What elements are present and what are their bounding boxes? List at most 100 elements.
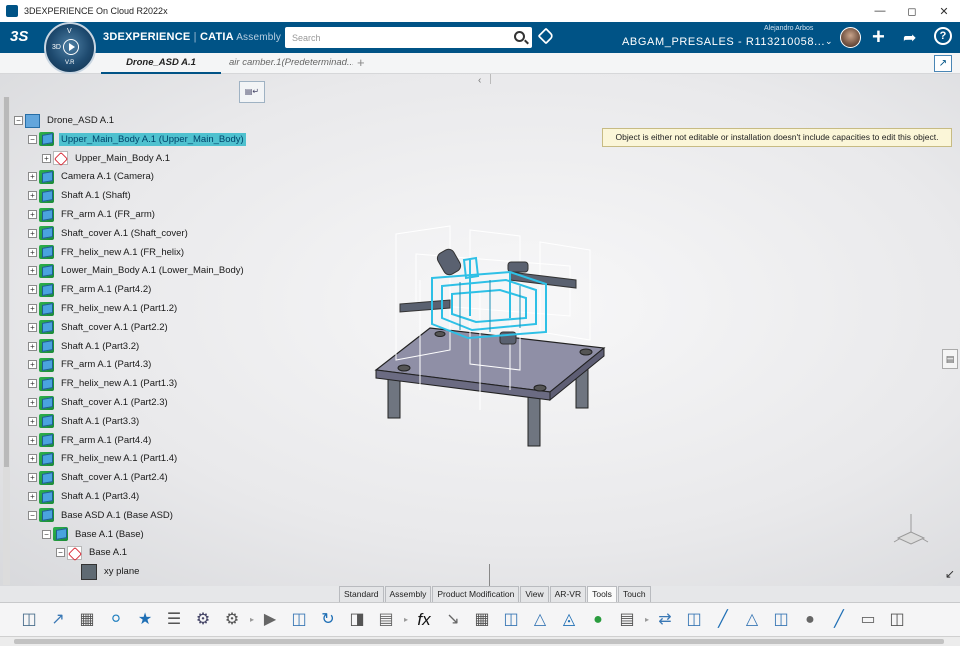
tree-node[interactable]: + FR_helix_new A.1 (Part1.4) [28,450,179,467]
open-icon[interactable]: ▶ [259,609,281,631]
tree-node-label[interactable]: Drone_ASD A.1 [45,114,116,127]
refresh-icon[interactable]: ↻ [317,609,339,631]
eraser-icon[interactable]: ▭ [857,609,879,631]
tree-node-label[interactable]: Shaft A.1 (Shaft) [59,189,133,202]
search-icon[interactable] [514,31,525,42]
settings-icon[interactable]: ⚙ [221,609,243,631]
tree-scrollbar[interactable] [3,97,10,585]
tree-node-label[interactable]: Base A.1 [87,546,129,559]
tree-node-label[interactable]: Shaft_cover A.1 (Part2.3) [59,396,170,409]
expand-icon[interactable]: + [28,285,37,295]
expand-icon[interactable]: + [28,341,37,351]
expand-icon[interactable]: + [28,492,37,501]
tag-icon[interactable] [537,27,555,45]
3d-search-icon[interactable]: ⚪ [105,609,127,631]
color-picker-icon[interactable]: ╱ [828,609,850,631]
tree-node[interactable]: + Shaft_cover A.1 (Shaft_cover) [28,225,190,242]
data-icon[interactable]: ▤ [616,609,638,631]
expand-icon[interactable]: + [28,266,37,276]
tree-node[interactable]: + Camera A.1 (Camera) [28,168,156,185]
tree-node-label[interactable]: Lower_Main_Body A.1 (Lower_Main_Body) [59,264,246,277]
tree-node-label[interactable]: FR_arm A.1 (FR_arm) [59,208,157,221]
tree-node-label[interactable]: xy plane [102,565,141,578]
favorites-star-icon[interactable]: ★ [134,609,156,631]
formula-fx-icon[interactable]: fx [413,609,435,631]
tab-view[interactable]: View [520,586,549,602]
tree-toggle-icon[interactable]: ▤↵ [239,81,265,103]
tab-ar-vr[interactable]: AR-VR [549,586,587,602]
search-box[interactable] [285,27,532,48]
tree-node-label[interactable]: FR_arm A.1 (Part4.3) [59,358,153,371]
tree-node[interactable]: − Base A.1 (Base) [42,526,146,543]
tree-node-label[interactable]: Camera A.1 (Camera) [59,170,156,183]
expand-icon[interactable]: + [28,435,37,445]
tree-node[interactable]: + FR_helix_new A.1 (FR_helix) [28,244,186,261]
tree-node[interactable]: + FR_helix_new A.1 (Part1.3) [28,375,179,392]
tree-node[interactable]: + Shaft A.1 (Part3.4) [28,488,141,505]
select-icon[interactable]: ↗ [47,609,69,631]
tab-standard[interactable]: Standard [339,586,384,602]
tree-node[interactable]: − Base ASD A.1 (Base ASD) [28,507,175,524]
tree-node[interactable]: + Lower_Main_Body A.1 (Lower_Main_Body) [28,262,246,279]
collapse-icon[interactable]: − [28,510,37,520]
tree-node[interactable]: + Shaft_cover A.1 (Part2.2) [28,319,170,336]
tree-node-label[interactable]: FR_helix_new A.1 (Part1.2) [59,302,179,315]
tree-node-label[interactable]: Shaft_cover A.1 (Shaft_cover) [59,227,190,240]
tree-node[interactable]: − Upper_Main_Body A.1 (Upper_Main_Body) [28,131,246,148]
horizontal-scrollbar[interactable] [0,636,960,646]
tree-node-label[interactable]: FR_helix_new A.1 (Part1.3) [59,377,179,390]
tree-node-label[interactable]: Upper_Main_Body A.1 [73,152,172,165]
expand-icon[interactable]: + [28,322,37,332]
collapse-icon[interactable]: − [56,548,65,558]
probe-icon[interactable]: △ [741,609,763,631]
expand-icon[interactable]: + [28,247,37,257]
list-icon[interactable]: ☰ [163,609,185,631]
publish-icon[interactable]: △ [529,609,551,631]
collapse-icon[interactable]: − [42,529,51,539]
table-icon[interactable]: ▦ [471,609,493,631]
expand-icon[interactable]: + [28,191,37,201]
tree-node[interactable]: + Shaft A.1 (Part3.3) [28,413,141,430]
tree-node-label[interactable]: Base ASD A.1 (Base ASD) [59,509,175,522]
drone-3d-model[interactable] [360,220,620,460]
fullscreen-icon[interactable]: ↗ [934,55,952,72]
expand-icon[interactable]: + [28,228,37,238]
tree-node-label[interactable]: FR_helix_new A.1 (Part1.4) [59,452,179,465]
expand-icon[interactable]: + [28,473,37,483]
maximize-icon[interactable]: ◻ [896,0,928,22]
expand-icon[interactable]: + [28,454,37,464]
expand-icon[interactable]: + [28,172,37,182]
properties-icon[interactable]: ▦ [76,609,98,631]
replace-icon[interactable]: ⇄ [654,609,676,631]
axis-compass-icon[interactable] [888,510,934,552]
render-icon[interactable]: ◫ [886,609,908,631]
relations-icon[interactable]: ◨ [346,609,368,631]
expand-icon[interactable]: + [28,304,37,313]
sketch-icon[interactable]: ↘ [442,609,464,631]
expand-icon[interactable]: + [42,153,51,163]
add-icon[interactable]: + [872,24,885,50]
tab-tools[interactable]: Tools [587,586,617,602]
tree-node[interactable]: + Shaft_cover A.1 (Part2.3) [28,394,170,411]
tree-node-label[interactable]: FR_helix_new A.1 (FR_helix) [59,246,186,259]
tree-node-label[interactable]: Shaft A.1 (Part3.3) [59,415,141,428]
tree-icon[interactable]: ⚙ [192,609,214,631]
traffic-light-icon[interactable]: ● [587,609,609,631]
help-icon[interactable]: ? [934,27,952,45]
tree-node[interactable]: + FR_arm A.1 (Part4.3) [28,356,153,373]
collapse-panel-icon[interactable]: ‹ [478,75,481,86]
tree-node-label[interactable]: Shaft_cover A.1 (Part2.2) [59,321,170,334]
ruler-icon[interactable]: ╱ [712,609,734,631]
tree-node[interactable]: + Shaft_cover A.1 (Part2.4) [28,469,170,486]
tab-touch[interactable]: Touch [617,586,651,602]
tree-node[interactable]: − Drone_ASD A.1 [14,112,116,129]
tab-assembly[interactable]: Assembly [384,586,432,602]
collapse-icon[interactable]: − [28,134,37,144]
add-tab-icon[interactable]: + [357,55,365,70]
avatar[interactable] [840,27,861,48]
tree-node-label[interactable]: Shaft A.1 (Part3.2) [59,340,141,353]
export-icon[interactable]: ◫ [18,609,40,631]
save-icon[interactable]: ▤ [375,609,397,631]
minimize-icon[interactable]: — [864,0,896,22]
compass-widget[interactable]: V 3D V.R [44,22,96,74]
